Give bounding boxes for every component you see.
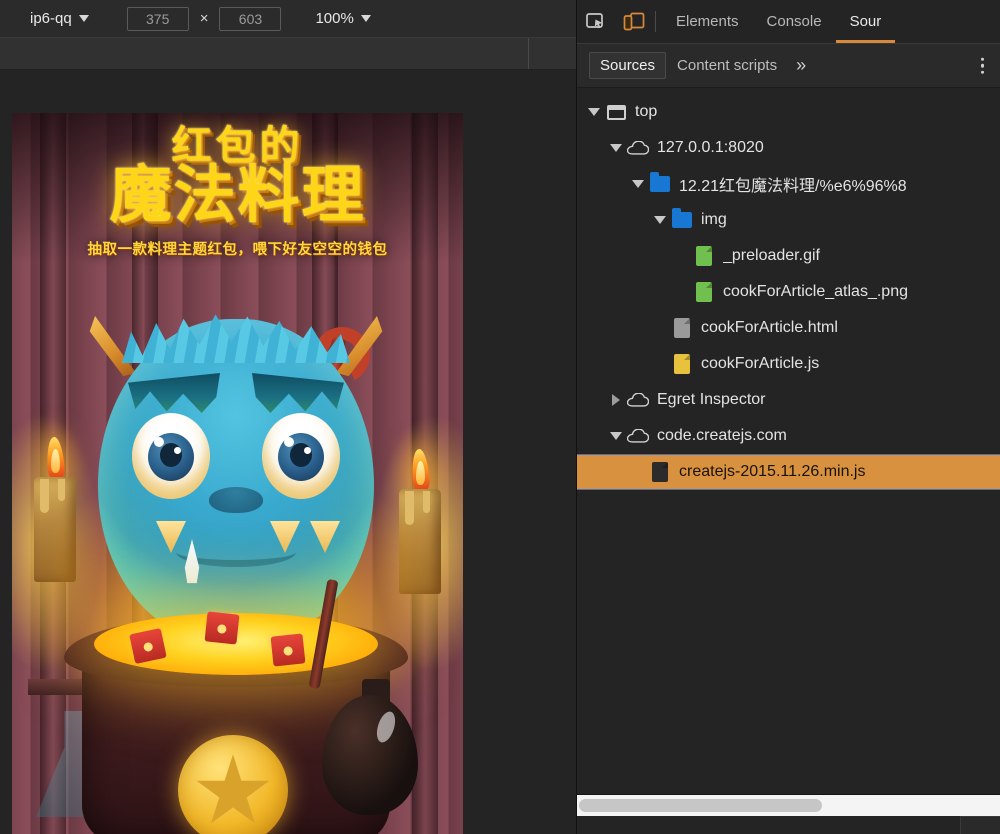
red-envelope bbox=[205, 611, 240, 644]
eye-shine bbox=[174, 447, 181, 454]
tab-elements[interactable]: Elements bbox=[662, 0, 753, 43]
sources-subtabs-bar: Sources Content scripts » bbox=[577, 44, 1000, 88]
tree-row-label: top bbox=[635, 103, 657, 121]
device-conditions-bar bbox=[0, 38, 576, 70]
sources-navigator-tree[interactable]: top127.0.0.1:8020 12.21红包魔法料理/%e6%96%8 img… bbox=[577, 88, 1000, 794]
devtools-status-strip bbox=[577, 816, 1000, 834]
chevron-down-icon[interactable] bbox=[651, 216, 669, 224]
tree-row[interactable]: cookForArticle.html bbox=[577, 310, 1000, 346]
poster-title-block: 红包的 魔法料理 抽取一款料理主题红包，喂下好友空空的钱包 bbox=[12, 125, 463, 259]
monster-fur bbox=[122, 309, 350, 363]
cauldron bbox=[60, 583, 412, 834]
eye-shine bbox=[284, 437, 294, 447]
subtab-sources[interactable]: Sources bbox=[589, 52, 666, 79]
chevron-down-icon[interactable] bbox=[607, 144, 625, 152]
cloud-icon bbox=[625, 429, 651, 443]
file-green-icon bbox=[691, 246, 717, 266]
folder-icon bbox=[647, 176, 673, 192]
chevron-down-icon[interactable] bbox=[607, 432, 625, 440]
poster-title-line2: 魔法料理 bbox=[12, 163, 463, 226]
red-envelope bbox=[271, 633, 306, 666]
kebab-dot bbox=[981, 70, 985, 74]
inspect-element-icon[interactable] bbox=[577, 0, 615, 43]
eye-left bbox=[132, 413, 210, 499]
tree-row-label: cookForArticle.html bbox=[701, 319, 838, 337]
cloud-icon bbox=[625, 393, 651, 407]
chevron-right-icon[interactable] bbox=[607, 394, 625, 406]
chevron-double-right-icon[interactable]: » bbox=[788, 55, 814, 76]
poster-artwork: 红包的 魔法料理 抽取一款料理主题红包，喂下好友空空的钱包 bbox=[12, 113, 463, 834]
poster-subtitle: 抽取一款料理主题红包，喂下好友空空的钱包 bbox=[12, 238, 463, 259]
tree-row[interactable]: _preloader.gif bbox=[577, 238, 1000, 274]
zoom-select[interactable]: 100% bbox=[315, 10, 370, 27]
zoom-level-label: 100% bbox=[315, 10, 353, 27]
emulated-page-viewport[interactable]: 红包的 魔法料理 抽取一款料理主题红包，喂下好友空空的钱包 bbox=[12, 113, 463, 834]
conditions-bar-extra[interactable] bbox=[528, 38, 576, 69]
tree-row[interactable]: 127.0.0.1:8020 bbox=[577, 130, 1000, 166]
device-toolbar-toggle-icon[interactable] bbox=[615, 0, 653, 43]
more-options-icon[interactable] bbox=[981, 57, 985, 74]
scrollbar-thumb[interactable] bbox=[579, 799, 822, 812]
gold-coin-emblem bbox=[178, 735, 288, 834]
frame-icon bbox=[603, 105, 629, 120]
tree-row[interactable]: cookForArticle.js bbox=[577, 346, 1000, 382]
toolbar-divider bbox=[655, 11, 656, 32]
tree-row-label: 12.21红包魔法料理/%e6%96%8 bbox=[679, 172, 907, 196]
dimension-separator: × bbox=[200, 10, 209, 27]
cloud-icon bbox=[625, 141, 651, 155]
tree-row-selected[interactable]: createjs-2015.11.26.min.js bbox=[577, 454, 1000, 490]
iris bbox=[278, 433, 324, 481]
tree-row-label: cookForArticle.js bbox=[701, 355, 819, 373]
tree-row[interactable]: Egret Inspector bbox=[577, 382, 1000, 418]
tree-row-label: cookForArticle_atlas_.png bbox=[723, 283, 908, 301]
star-icon bbox=[195, 754, 271, 830]
tree-row-label: _preloader.gif bbox=[723, 247, 820, 265]
tree-row-label: createjs-2015.11.26.min.js bbox=[679, 463, 865, 481]
device-emulation-toolbar: ip6-qq × 100% bbox=[0, 0, 576, 38]
file-yellow-icon bbox=[669, 354, 695, 374]
tab-console[interactable]: Console bbox=[753, 0, 836, 43]
conditions-bar-main[interactable] bbox=[0, 38, 528, 69]
tree-row-label: 127.0.0.1:8020 bbox=[657, 139, 764, 157]
device-name-label: ip6-qq bbox=[30, 10, 72, 27]
tree-row[interactable]: cookForArticle_atlas_.png bbox=[577, 274, 1000, 310]
viewport-height-input[interactable] bbox=[219, 7, 281, 31]
folder-icon bbox=[669, 212, 695, 228]
dark-flask bbox=[322, 695, 418, 815]
horizontal-scrollbar[interactable] bbox=[577, 794, 1000, 816]
screenshot-root: ip6-qq × 100% bbox=[0, 0, 1000, 834]
tree-row[interactable]: img bbox=[577, 202, 1000, 238]
devtools-tabbar: Elements Console Sour bbox=[577, 0, 1000, 44]
tree-row[interactable]: top bbox=[577, 94, 1000, 130]
eye-right bbox=[262, 413, 340, 499]
file-dark-icon bbox=[647, 462, 673, 482]
caret-down-icon bbox=[361, 15, 371, 22]
tree-row[interactable]: code.createjs.com bbox=[577, 418, 1000, 454]
tree-row-label: Egret Inspector bbox=[657, 391, 766, 409]
chevron-down-icon[interactable] bbox=[629, 180, 647, 188]
device-select[interactable]: ip6-qq bbox=[26, 8, 93, 29]
kebab-dot bbox=[981, 57, 985, 61]
subtab-content-scripts[interactable]: Content scripts bbox=[666, 52, 788, 79]
nose bbox=[209, 487, 263, 513]
file-grey-icon bbox=[669, 318, 695, 338]
eye-shine bbox=[154, 437, 164, 447]
eye-shine bbox=[304, 447, 311, 454]
devtools-panel: Elements Console Sour Sources Content sc… bbox=[576, 0, 1000, 834]
tree-row-label: code.createjs.com bbox=[657, 427, 787, 445]
iris bbox=[148, 433, 194, 481]
caret-down-icon bbox=[79, 15, 89, 22]
tree-row-label: img bbox=[701, 211, 727, 229]
kebab-dot bbox=[981, 64, 985, 68]
chevron-down-icon[interactable] bbox=[585, 108, 603, 116]
tab-sources[interactable]: Sour bbox=[836, 0, 896, 43]
viewport-width-input[interactable] bbox=[127, 7, 189, 31]
resize-corner[interactable] bbox=[960, 816, 1000, 834]
device-emulation-pane: ip6-qq × 100% bbox=[0, 0, 576, 834]
tree-row[interactable]: 12.21红包魔法料理/%e6%96%8 bbox=[577, 166, 1000, 202]
emulation-stage: 红包的 魔法料理 抽取一款料理主题红包，喂下好友空空的钱包 bbox=[0, 70, 576, 834]
file-green-icon bbox=[691, 282, 717, 302]
